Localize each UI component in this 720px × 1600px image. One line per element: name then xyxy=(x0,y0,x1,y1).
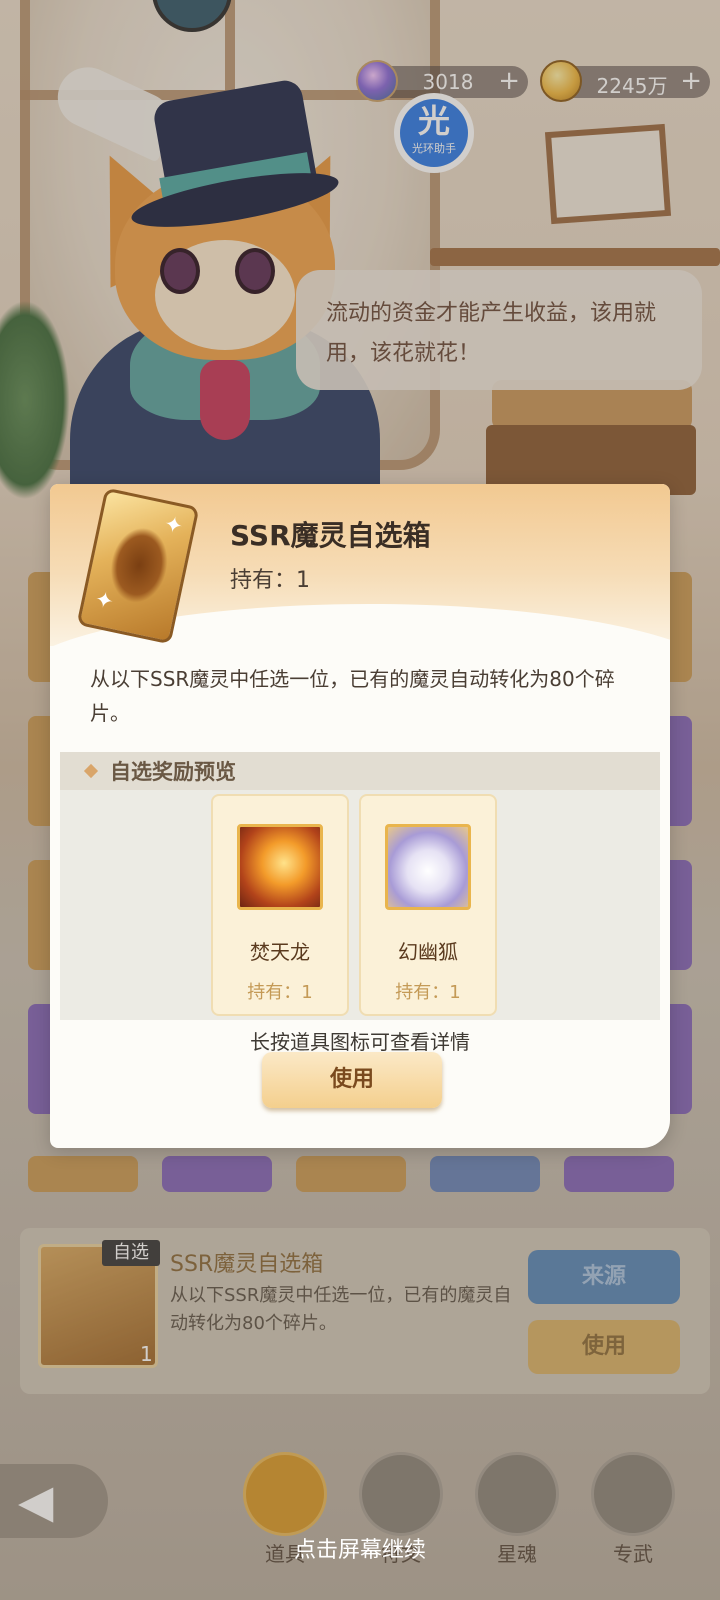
modal-item-title: SSR魔灵自选箱 xyxy=(230,519,431,552)
item-detail-modal: ✦ ✦ SSR魔灵自选箱 持有：1 从以下SSR魔灵中任选一位，已有的魔灵自动转… xyxy=(50,484,670,1148)
use-button[interactable]: 使用 xyxy=(262,1052,442,1108)
sparkle-icon: ✦ xyxy=(161,511,185,541)
reward-owned: 持有：1 xyxy=(395,982,461,1003)
reward-preview-header: 自选奖励预览 xyxy=(60,752,660,790)
modal-owned: 持有：1 xyxy=(230,562,310,594)
diamond-bullet-icon xyxy=(83,763,99,779)
dragon-icon[interactable] xyxy=(237,824,323,910)
reward-name: 幻幽狐 xyxy=(398,940,458,964)
owned-label: 持有： xyxy=(230,568,297,593)
long-press-hint: 长按道具图标可查看详情 xyxy=(250,1030,470,1054)
owned-value: 1 xyxy=(296,568,311,593)
reward-option-fox[interactable]: 幻幽狐 持有：1 xyxy=(359,794,497,1016)
fox-icon[interactable] xyxy=(385,824,471,910)
sparkle-icon: ✦ xyxy=(92,587,116,616)
modal-description: 从以下SSR魔灵中任选一位，已有的魔灵自动转化为80个碎片。 xyxy=(90,667,615,725)
reward-preview-section: 自选奖励预览 焚天龙 持有：1 幻幽狐 持有：1 xyxy=(60,752,660,1020)
tap-to-continue-hint: 点击屏幕继续 xyxy=(293,1538,426,1563)
reward-option-dragon[interactable]: 焚天龙 持有：1 xyxy=(211,794,349,1016)
reward-preview-title: 自选奖励预览 xyxy=(110,760,236,784)
reward-name: 焚天龙 xyxy=(250,940,310,964)
reward-owned: 持有：1 xyxy=(247,982,313,1003)
